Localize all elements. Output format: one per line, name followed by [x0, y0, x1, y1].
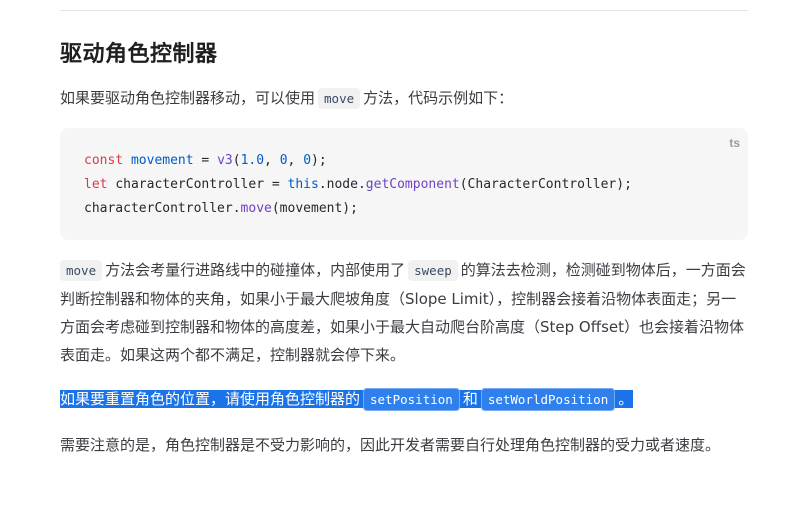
reset-text-3: 。	[618, 390, 634, 408]
detail-text-1: 方法会考量行进路线中的碰撞体，内部使用了	[105, 261, 406, 279]
code-sep: ,	[287, 153, 304, 168]
code-language-label: ts	[729, 136, 740, 150]
code-function: v3	[217, 153, 233, 168]
code-identifier: characterController	[115, 177, 265, 192]
inline-code-move: move	[60, 260, 103, 281]
inline-code-setposition: setPosition	[363, 388, 460, 411]
note-paragraph: 需要注意的是，角色控制器是不受力影响的，因此开发者需要自行处理角色控制器的受力或…	[60, 436, 721, 454]
intro-text-before: 如果要驱动角色控制器移动，可以使用	[60, 89, 316, 107]
code-function: getComponent	[365, 177, 460, 192]
top-divider	[60, 10, 748, 11]
code-this: this	[287, 177, 319, 192]
inline-code-sweep: sweep	[408, 260, 458, 281]
code-tail: (movement);	[271, 201, 358, 216]
selected-text: 如果要重置角色的位置，请使用角色控制器的 setPosition 和 setWorld…	[60, 388, 634, 411]
code-sep: ,	[264, 153, 280, 168]
section-heading: 驱动角色控制器	[60, 42, 218, 67]
code-identifier: movement	[130, 153, 194, 168]
code-close: );	[311, 153, 327, 168]
code-line-1: const movement = v3(1.0, 0, 0);	[84, 153, 327, 168]
code-keyword: const	[84, 153, 124, 168]
code-operator: =	[193, 153, 218, 168]
code-content: const movement = v3(1.0, 0, 0); let char…	[84, 149, 632, 221]
code-paren: (	[232, 153, 241, 168]
intro-paragraph: 如果要驱动角色控制器移动，可以使用 move 方法，代码示例如下：	[60, 84, 750, 113]
intro-text-after: 方法，代码示例如下：	[363, 89, 514, 107]
code-object: characterController.	[84, 201, 241, 216]
code-tail: (CharacterController);	[459, 177, 632, 192]
reset-text-2: 和	[462, 390, 478, 408]
code-number: 0	[279, 153, 288, 168]
code-number: 0	[303, 153, 312, 168]
code-line-3: characterController.move(movement);	[84, 201, 358, 216]
inline-code-setworldposition: setWorldPosition	[480, 388, 616, 411]
code-chain: .node.	[318, 177, 366, 192]
reset-text-1: 如果要重置角色的位置，请使用角色控制器的	[60, 390, 361, 408]
code-function: move	[240, 201, 272, 216]
reset-position-paragraph: 如果要重置角色的位置，请使用角色控制器的 setPosition 和 setWorld…	[60, 385, 750, 414]
code-block[interactable]: ts const movement = v3(1.0, 0, 0); let c…	[60, 128, 748, 240]
detail-paragraph: move 方法会考量行进路线中的碰撞体，内部使用了 sweep 的算法去检测，检测碰到…	[60, 256, 750, 369]
code-number: 1.0	[240, 153, 265, 168]
inline-code-move: move	[318, 88, 361, 109]
code-line-2: let characterController = this.node.getC…	[84, 177, 632, 192]
code-operator: =	[264, 177, 288, 192]
code-keyword: let	[84, 177, 108, 192]
